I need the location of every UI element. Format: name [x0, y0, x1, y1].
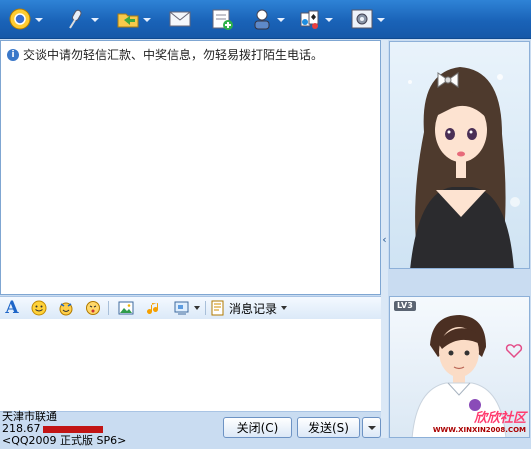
chevron-down-icon[interactable]	[35, 18, 43, 22]
send-options-dropdown[interactable]	[362, 417, 381, 438]
info-icon: i	[7, 48, 19, 61]
screenshot-options-dropdown[interactable]	[193, 299, 201, 317]
watermark-url: WWW.XINXIN2008.COM	[432, 426, 526, 434]
magic-face-icon	[59, 302, 73, 316]
video-icon	[9, 8, 31, 30]
emoticon-button[interactable]	[30, 299, 48, 317]
message-input[interactable]	[0, 319, 381, 412]
folder-icon	[117, 13, 139, 28]
settings-button[interactable]	[350, 5, 388, 33]
send-button[interactable]: 发送(S)	[297, 417, 360, 438]
screenshot-button[interactable]	[173, 299, 191, 317]
collapse-arrow-icon[interactable]: ‹	[381, 232, 388, 248]
add-app-icon	[212, 9, 233, 30]
separator	[108, 301, 109, 315]
magic-emoticon-button[interactable]	[57, 299, 75, 317]
security-notice: i 交谈中请勿轻信汇款、中奖信息，勿轻易拨打陌生电话。	[7, 46, 323, 63]
send-file-button[interactable]	[116, 5, 154, 33]
shake-face-icon	[86, 301, 100, 315]
history-icon	[211, 300, 224, 316]
chevron-down-icon[interactable]	[277, 18, 285, 22]
microphone-icon	[69, 9, 82, 29]
smiley-icon	[31, 300, 47, 316]
video-call-button[interactable]	[8, 5, 46, 33]
font-button[interactable]: A	[3, 299, 21, 317]
image-button[interactable]	[117, 299, 135, 317]
self-avatar-show: LV3 欣欣社区 WWW.XINXIN2008.COM	[389, 296, 530, 438]
message-history-button[interactable]: 消息记录	[210, 299, 288, 317]
chevron-down-icon	[194, 306, 200, 310]
input-toolbar: A 消息记录	[0, 296, 381, 320]
close-button[interactable]: 关闭(C)	[223, 417, 292, 438]
redaction-bar	[42, 425, 103, 433]
chevron-down-icon[interactable]	[91, 18, 99, 22]
shake-window-button[interactable]	[84, 299, 102, 317]
add-app-button[interactable]	[210, 5, 248, 33]
security-notice-text: 交谈中请勿轻信汇款、中奖信息，勿轻易拨打陌生电话。	[23, 48, 324, 62]
game-button[interactable]	[298, 5, 336, 33]
image-icon	[118, 301, 134, 315]
heart-icon	[505, 344, 523, 359]
game-icon	[300, 10, 319, 29]
main-toolbar	[0, 0, 531, 39]
contact-avatar-show	[389, 41, 530, 269]
music-icon	[147, 303, 158, 314]
font-icon: A	[5, 298, 19, 318]
security-button[interactable]	[250, 5, 288, 33]
watermark: 欣欣社区 WWW.XINXIN2008.COM	[433, 407, 526, 434]
mail-icon	[169, 11, 191, 27]
settings-person-icon	[254, 9, 270, 30]
separator	[205, 301, 206, 315]
config-icon	[351, 9, 373, 29]
contact-status: 天津市联通 218.67 <QQ2009 正式版 SP6>	[2, 411, 126, 447]
chevron-down-icon[interactable]	[377, 18, 385, 22]
screenshot-icon	[174, 301, 189, 315]
chevron-down-icon[interactable]	[325, 18, 333, 22]
chat-history-pane[interactable]: i 交谈中请勿轻信汇款、中奖信息，勿轻易拨打陌生电话。	[0, 40, 381, 295]
watermark-brand: 欣欣社区	[473, 411, 526, 426]
chevron-down-icon[interactable]	[143, 18, 151, 22]
chevron-down-icon	[281, 306, 288, 310]
mail-button[interactable]	[168, 5, 206, 33]
girl-avatar-illustration	[408, 67, 520, 268]
voice-call-button[interactable]	[64, 5, 102, 33]
music-button[interactable]	[145, 299, 163, 317]
client-version-text: <QQ2009 正式版 SP6>	[2, 434, 127, 447]
message-history-label: 消息记录	[229, 301, 278, 316]
